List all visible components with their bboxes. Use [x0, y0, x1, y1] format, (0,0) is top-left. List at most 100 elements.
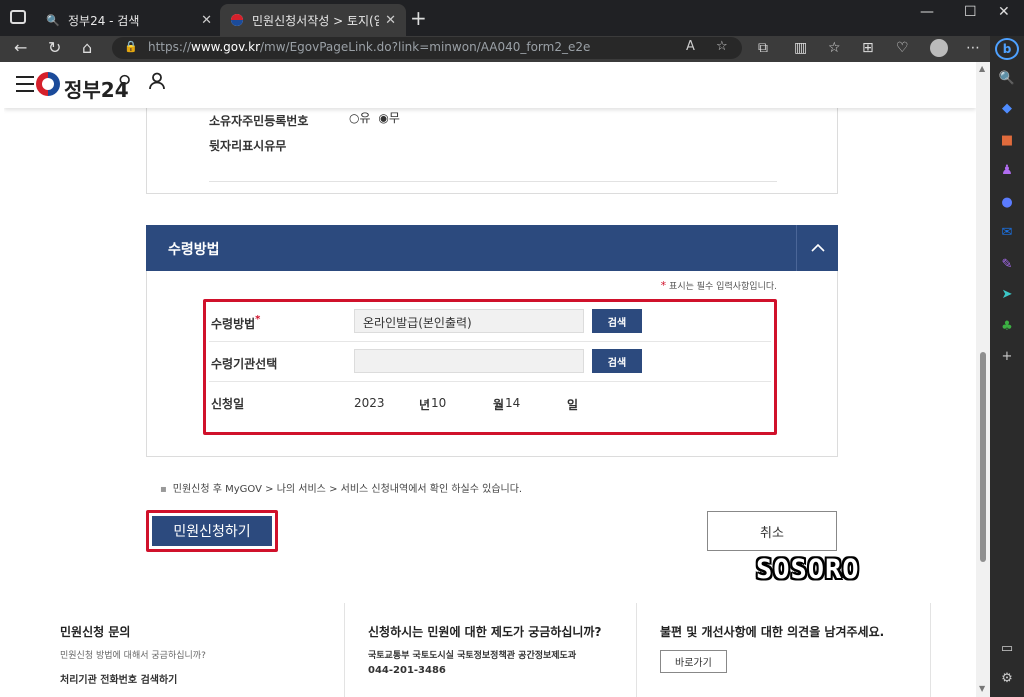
- tab-gov24-search[interactable]: 🔍 정부24 - 검색 ✕: [36, 4, 222, 36]
- apply-date-label: 신청일: [211, 397, 245, 411]
- scroll-thumb[interactable]: [980, 352, 986, 562]
- address-bar[interactable]: 🔒 https://www.gov.kr/mw/EgovPageLink.do?…: [112, 37, 742, 59]
- back-icon[interactable]: ←: [14, 38, 27, 58]
- minimize-icon[interactable]: —: [920, 4, 934, 20]
- menu-icon[interactable]: [16, 76, 34, 92]
- window-close-icon[interactable]: ✕: [998, 4, 1010, 20]
- footer-divider: [636, 603, 637, 697]
- footer-feedback: 불편 및 개선사항에 대한 의견을 남겨주세요. 바로가기: [660, 603, 884, 697]
- favorite-star-icon[interactable]: ☆: [716, 39, 728, 54]
- page-scrollbar[interactable]: ▲ ▼: [976, 62, 990, 697]
- search-icon: 🔍: [46, 13, 60, 27]
- month-unit: 월: [493, 398, 505, 412]
- split-screen-icon[interactable]: ▥: [794, 40, 807, 56]
- required-star-icon: *: [660, 279, 667, 292]
- apply-month: 10: [431, 396, 447, 410]
- microsoft365-icon[interactable]: ●: [999, 194, 1015, 210]
- radio-no[interactable]: ◉무: [378, 111, 400, 125]
- required-star-icon: *: [255, 314, 261, 325]
- footer-inquiry: 민원신청 문의 민원신청 방법에 대해서 궁금하십니까? 처리기관 전화번호 검…: [60, 603, 206, 697]
- favorites-icon[interactable]: ☆: [828, 40, 841, 56]
- tools-icon[interactable]: ■: [999, 132, 1015, 148]
- receive-method-row: 수령방법* 온라인발급(본인출력) 검색: [209, 302, 771, 342]
- footer-inquiry-title: 민원신청 문의: [60, 625, 131, 639]
- gov24-icon: [230, 13, 244, 27]
- edge-sidebar: b 🔍 ◆ ■ ♟ ● ✉ ✎ ➤ ♣ + ▭ ⚙: [990, 36, 1024, 697]
- outlook-icon[interactable]: ✉: [999, 224, 1015, 240]
- highlight-box: 수령방법* 온라인발급(본인출력) 검색 수령기관선택 검색 신청일 2023 …: [203, 299, 777, 435]
- receive-agency-search-button[interactable]: 검색: [592, 349, 642, 373]
- apply-year: 2023: [354, 396, 385, 410]
- sidebar-layout-icon[interactable]: ▭: [999, 640, 1015, 656]
- read-aloud-icon[interactable]: A: [686, 39, 695, 54]
- footer-inquiry-sub: 민원신청 방법에 대해서 궁금하십니까?: [60, 651, 206, 661]
- footer-system: 신청하시는 민원에 대한 제도가 궁금하십니까? 국토교통부 국토도시실 국토정…: [368, 603, 601, 697]
- send-icon[interactable]: ➤: [999, 286, 1015, 302]
- section-title: 수령방법: [168, 242, 220, 258]
- required-note: * 표시는 필수 입력사항입니다.: [660, 279, 777, 292]
- new-tab-icon[interactable]: +: [410, 8, 427, 28]
- page-footer: 민원신청 문의 민원신청 방법에 대해서 궁금하십니까? 처리기관 전화번호 검…: [4, 597, 976, 697]
- shopping-tag-icon[interactable]: ◆: [999, 100, 1015, 116]
- submit-application-button[interactable]: 민원신청하기: [152, 516, 272, 546]
- tree-icon[interactable]: ♣: [999, 318, 1015, 334]
- scroll-up-icon[interactable]: ▲: [979, 64, 985, 73]
- copilot-icon[interactable]: b: [995, 38, 1019, 60]
- agency-phone-search-link[interactable]: 처리기관 전화번호 검색하기: [60, 671, 206, 686]
- tab-actions-icon[interactable]: [10, 10, 26, 24]
- footer-divider: [344, 603, 345, 697]
- footer-feedback-title: 불편 및 개선사항에 대한 의견을 남겨주세요.: [660, 625, 885, 639]
- receive-method-search-button[interactable]: 검색: [592, 309, 642, 333]
- footer-divider: [930, 603, 931, 697]
- apply-date-row: 신청일 2023 년 10 월 14 일: [209, 382, 771, 422]
- address-url: https://www.gov.kr/mw/EgovPageLink.do?li…: [148, 40, 591, 54]
- day-unit: 일: [567, 398, 579, 412]
- browser-tab-bar: 🔍 정부24 - 검색 ✕ 민원신청서작성 > 토지(임야)대장 ✕ + — ☐…: [0, 0, 1024, 36]
- user-icon[interactable]: [148, 72, 166, 95]
- gov-emblem-icon[interactable]: [36, 72, 60, 96]
- year-unit: 년: [419, 398, 431, 412]
- collections-icon[interactable]: ⊞: [862, 40, 874, 56]
- tab-minwon-form[interactable]: 민원신청서작성 > 토지(임야)대장 ✕: [220, 4, 406, 36]
- site-header: 정부24 ⚲: [4, 62, 976, 108]
- receive-agency-input[interactable]: [354, 349, 584, 373]
- resident-display-radio-group: ○유 ◉무: [349, 109, 400, 126]
- lock-icon[interactable]: 🔒: [124, 40, 138, 53]
- apply-day: 14: [505, 396, 521, 410]
- page-viewport: 정부24 ⚲ 소유자주민등록번호 뒷자리표시유무 ○유 ◉무 수령방법 * 표시…: [4, 62, 976, 697]
- search-icon[interactable]: 🔍: [999, 70, 1015, 86]
- mygov-notice: ▪ 민원신청 후 MyGOV > 나의 서비스 > 서비스 신청내역에서 확인 하…: [160, 484, 523, 495]
- submit-highlight: 민원신청하기: [146, 510, 278, 552]
- more-menu-icon[interactable]: ⋯: [966, 40, 980, 56]
- footer-system-dept: 국토교통부 국토도시실 국토정보정책관 공간정보제도과: [368, 651, 577, 661]
- cancel-button[interactable]: 취소: [707, 511, 837, 551]
- collapse-chevron-icon[interactable]: [796, 225, 838, 271]
- tab-title: 정부24 - 검색: [68, 13, 140, 28]
- games-icon[interactable]: ♟: [999, 162, 1015, 178]
- extensions-icon[interactable]: ⧉: [758, 40, 768, 56]
- feedback-go-button[interactable]: 바로가기: [660, 650, 727, 673]
- bullet-icon: ▪: [160, 484, 167, 495]
- add-icon[interactable]: +: [999, 348, 1015, 364]
- scroll-down-icon[interactable]: ▼: [979, 684, 985, 693]
- health-icon[interactable]: ♡: [896, 40, 909, 56]
- settings-gear-icon[interactable]: ⚙: [999, 670, 1015, 686]
- home-icon[interactable]: ⌂: [82, 38, 92, 58]
- radio-yes[interactable]: ○유: [349, 111, 371, 125]
- receive-method-input[interactable]: 온라인발급(본인출력): [354, 309, 584, 333]
- search-icon[interactable]: ⚲: [118, 72, 131, 93]
- receive-agency-row: 수령기관선택 검색: [209, 342, 771, 382]
- designer-icon[interactable]: ✎: [999, 256, 1015, 272]
- receive-method-label: 수령방법*: [211, 314, 261, 331]
- footer-system-title: 신청하시는 민원에 대한 제도가 궁금하십니까?: [368, 625, 602, 639]
- maximize-icon[interactable]: ☐: [964, 4, 977, 20]
- tab-title: 민원신청서작성 > 토지(임야)대장: [252, 13, 379, 28]
- close-icon[interactable]: ✕: [385, 13, 396, 28]
- resident-number-label-2: 뒷자리표시유무: [209, 139, 287, 153]
- receive-method-header: 수령방법: [146, 225, 838, 271]
- close-icon[interactable]: ✕: [201, 13, 212, 28]
- receive-method-body: * 표시는 필수 입력사항입니다. 수령방법* 온라인발급(본인출력) 검색 수…: [146, 271, 838, 457]
- profile-avatar[interactable]: [930, 39, 948, 57]
- refresh-icon[interactable]: ↻: [48, 38, 61, 58]
- browser-toolbar: ← ↻ ⌂ 🔒 https://www.gov.kr/mw/EgovPageLi…: [0, 36, 1024, 62]
